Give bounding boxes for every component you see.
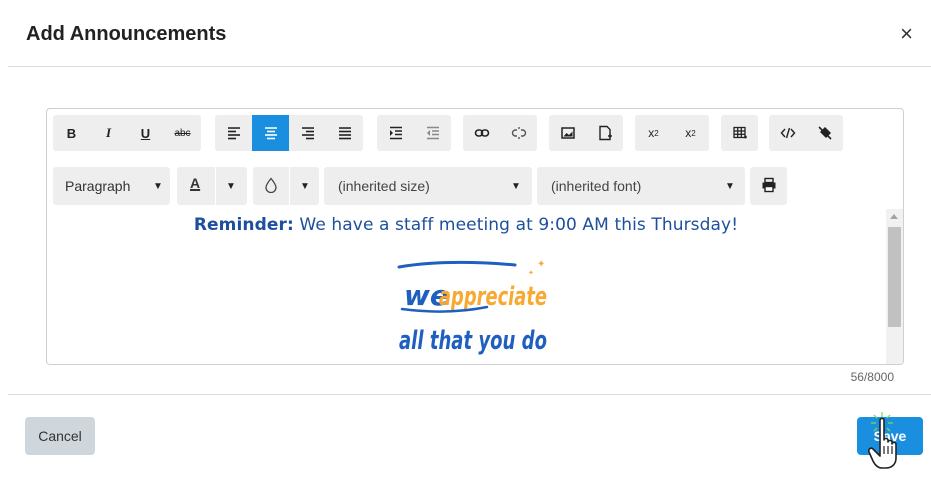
image-icon[interactable] <box>549 115 586 151</box>
rich-text-editor[interactable]: B I U abc x 2 x 2 Paragraph ▼ A ▼ ▼ (inh… <box>46 108 904 365</box>
scrollbar-thumb[interactable] <box>888 227 901 327</box>
editor-toolbar: B I U abc x 2 x 2 Paragraph ▼ A ▼ ▼ (inh… <box>53 115 897 209</box>
reminder-text: Reminder: We have a staff meeting at 9:0… <box>47 215 885 235</box>
divider <box>289 167 290 205</box>
close-icon[interactable]: × <box>900 22 913 46</box>
font-color-icon: A <box>190 175 201 191</box>
print-button[interactable] <box>750 167 787 205</box>
modal-title: Add Announcements <box>26 23 227 45</box>
background-color-button[interactable]: ▼ <box>253 167 319 205</box>
link-icon[interactable] <box>463 115 500 151</box>
superscript-mark: 2 <box>691 128 696 138</box>
font-family-dropdown[interactable]: (inherited font) ▼ <box>537 167 745 205</box>
align-right-icon[interactable] <box>289 115 326 151</box>
chevron-down-icon: ▼ <box>511 180 521 192</box>
editor-scrollbar[interactable] <box>886 209 903 364</box>
outdent-icon[interactable] <box>414 115 451 151</box>
print-icon <box>761 177 777 196</box>
subscript-mark: 2 <box>654 128 659 138</box>
font-size-value: (inherited size) <box>338 178 430 194</box>
paragraph-format-dropdown[interactable]: Paragraph ▼ <box>53 167 170 205</box>
divider <box>215 167 216 205</box>
superscript-button[interactable]: x2 <box>672 115 709 151</box>
cancel-button[interactable]: Cancel <box>25 417 95 455</box>
font-color-button[interactable]: A ▼ <box>177 167 247 205</box>
clear-format-icon[interactable] <box>806 115 843 151</box>
modal-footer: Cancel Save <box>8 394 931 476</box>
italic-button[interactable]: I <box>90 115 127 151</box>
chevron-down-icon: ▼ <box>153 180 163 192</box>
chevron-down-icon: ▼ <box>300 180 310 192</box>
reminder-label: Reminder: <box>193 215 294 235</box>
strikethrough-button[interactable]: abc <box>164 115 201 151</box>
script-group: x2 x2 <box>635 115 709 151</box>
alignment-group <box>215 115 363 151</box>
hand-cursor-icon <box>868 410 908 472</box>
character-counter: 56/8000 <box>850 370 894 384</box>
droplet-icon <box>264 177 278 196</box>
chevron-down-icon: ▼ <box>226 180 236 192</box>
scroll-up-icon[interactable] <box>890 214 898 219</box>
unlink-icon[interactable] <box>500 115 537 151</box>
misc-group <box>769 115 843 151</box>
indent-group <box>377 115 451 151</box>
file-icon[interactable] <box>586 115 623 151</box>
align-center-icon[interactable] <box>252 115 289 151</box>
font-family-value: (inherited font) <box>551 178 642 194</box>
svg-text:✦: ✦ <box>528 269 534 277</box>
announcement-modal: Add Announcements × B I U abc x 2 x 2 Pa… <box>8 8 931 475</box>
modal-header: Add Announcements × <box>8 8 931 67</box>
graphic-line-all-that-you-do: all that you do <box>399 326 547 356</box>
reminder-message: We have a staff meeting at 9:00 AM this … <box>293 215 739 235</box>
bold-button[interactable]: B <box>53 115 90 151</box>
code-icon[interactable] <box>769 115 806 151</box>
subscript-button[interactable]: x2 <box>635 115 672 151</box>
table-icon[interactable] <box>721 115 758 151</box>
font-size-dropdown[interactable]: (inherited size) ▼ <box>324 167 532 205</box>
indent-icon[interactable] <box>377 115 414 151</box>
chevron-down-icon: ▼ <box>725 180 735 192</box>
underline-button[interactable]: U <box>127 115 164 151</box>
link-group <box>463 115 537 151</box>
svg-text:✦: ✦ <box>537 259 545 270</box>
align-left-icon[interactable] <box>215 115 252 151</box>
graphic-word-appreciate: appreciate <box>439 282 547 312</box>
editor-content-area[interactable]: Reminder: We have a staff meeting at 9:0… <box>47 209 885 364</box>
align-justify-icon[interactable] <box>326 115 363 151</box>
text-style-group: B I U abc <box>53 115 201 151</box>
media-group <box>549 115 623 151</box>
table-group <box>721 115 758 151</box>
paragraph-label: Paragraph <box>65 178 131 194</box>
we-appreciate-image: ✦ ✦ we appreciate all that you do <box>387 257 557 364</box>
